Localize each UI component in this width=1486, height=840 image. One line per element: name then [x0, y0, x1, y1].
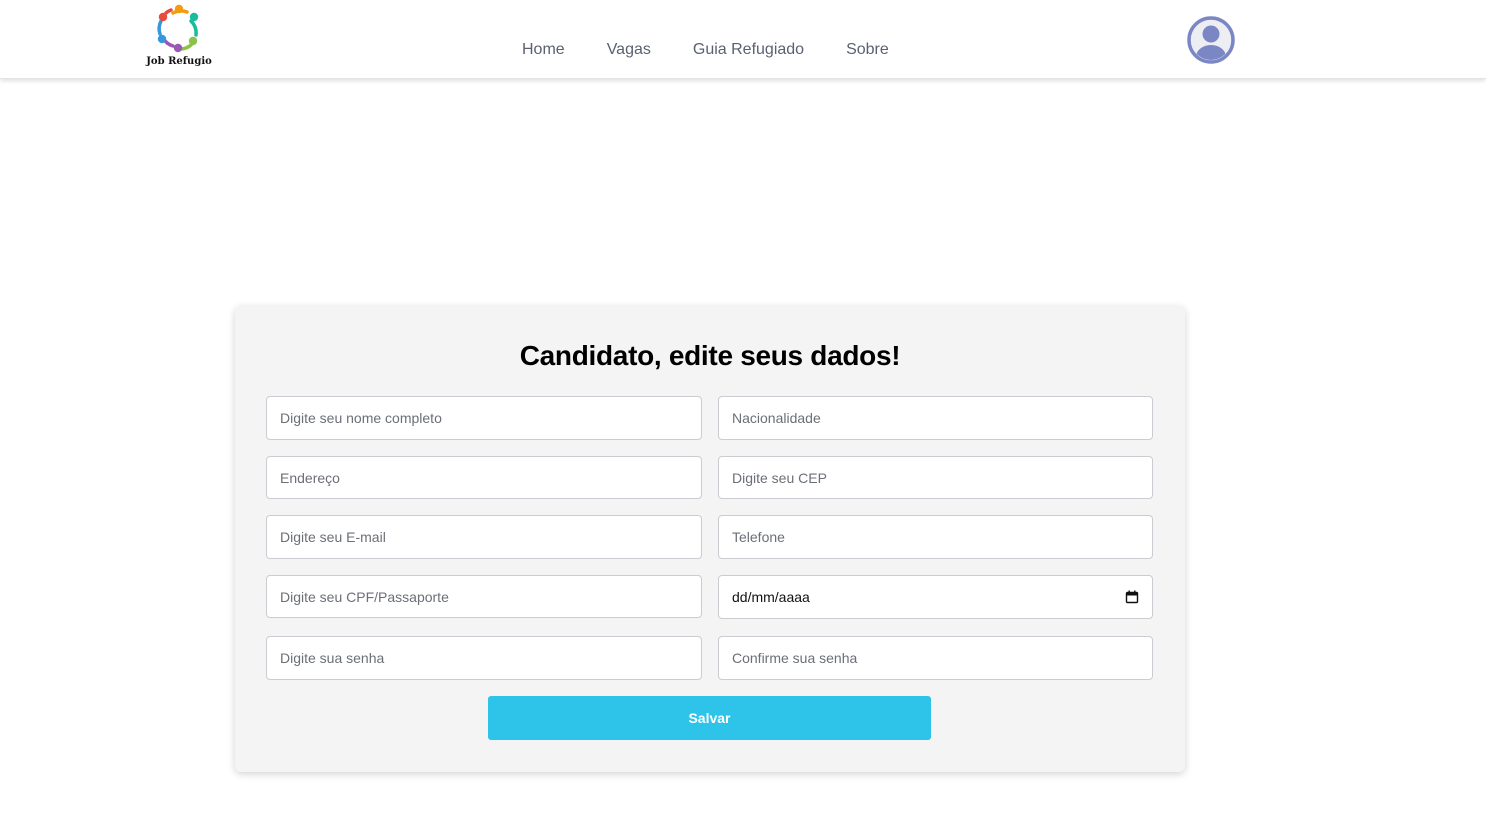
brand-name: Job Refugio [146, 56, 212, 67]
user-avatar-icon [1187, 16, 1235, 64]
calendar-icon[interactable] [1125, 590, 1139, 604]
birthdate-input[interactable]: dd/mm/aaaa [718, 575, 1153, 619]
form-title: Candidato, edite seus dados! [519, 340, 901, 371]
confirm-password-input[interactable] [718, 636, 1153, 680]
address-input[interactable] [266, 456, 702, 499]
logo-icon [157, 4, 199, 53]
navbar: Job Refugio Home Vagas Guia Refugiado So… [0, 0, 1486, 79]
birthdate-value: dd/mm/aaaa [732, 589, 810, 605]
nav-link-sobre[interactable]: Sobre [846, 40, 889, 60]
edit-candidate-form: Candidato, edite seus dados! dd/mm/aaaa … [235, 306, 1185, 772]
nationality-input[interactable] [718, 396, 1153, 440]
logo[interactable]: Job Refugio [143, 3, 215, 69]
password-input[interactable] [266, 636, 702, 680]
cpf-passport-input[interactable] [266, 575, 702, 618]
main-nav: Home Vagas Guia Refugiado Sobre [522, 40, 931, 60]
user-avatar[interactable] [1187, 16, 1235, 64]
save-button[interactable]: Salvar [488, 696, 931, 740]
cep-input[interactable] [718, 456, 1153, 499]
nav-link-guia-refugiado[interactable]: Guia Refugiado [693, 40, 804, 60]
nav-link-home[interactable]: Home [522, 40, 565, 60]
nav-link-vagas[interactable]: Vagas [607, 40, 651, 60]
phone-input[interactable] [718, 515, 1153, 559]
full-name-input[interactable] [266, 396, 702, 440]
email-input[interactable] [266, 515, 702, 559]
